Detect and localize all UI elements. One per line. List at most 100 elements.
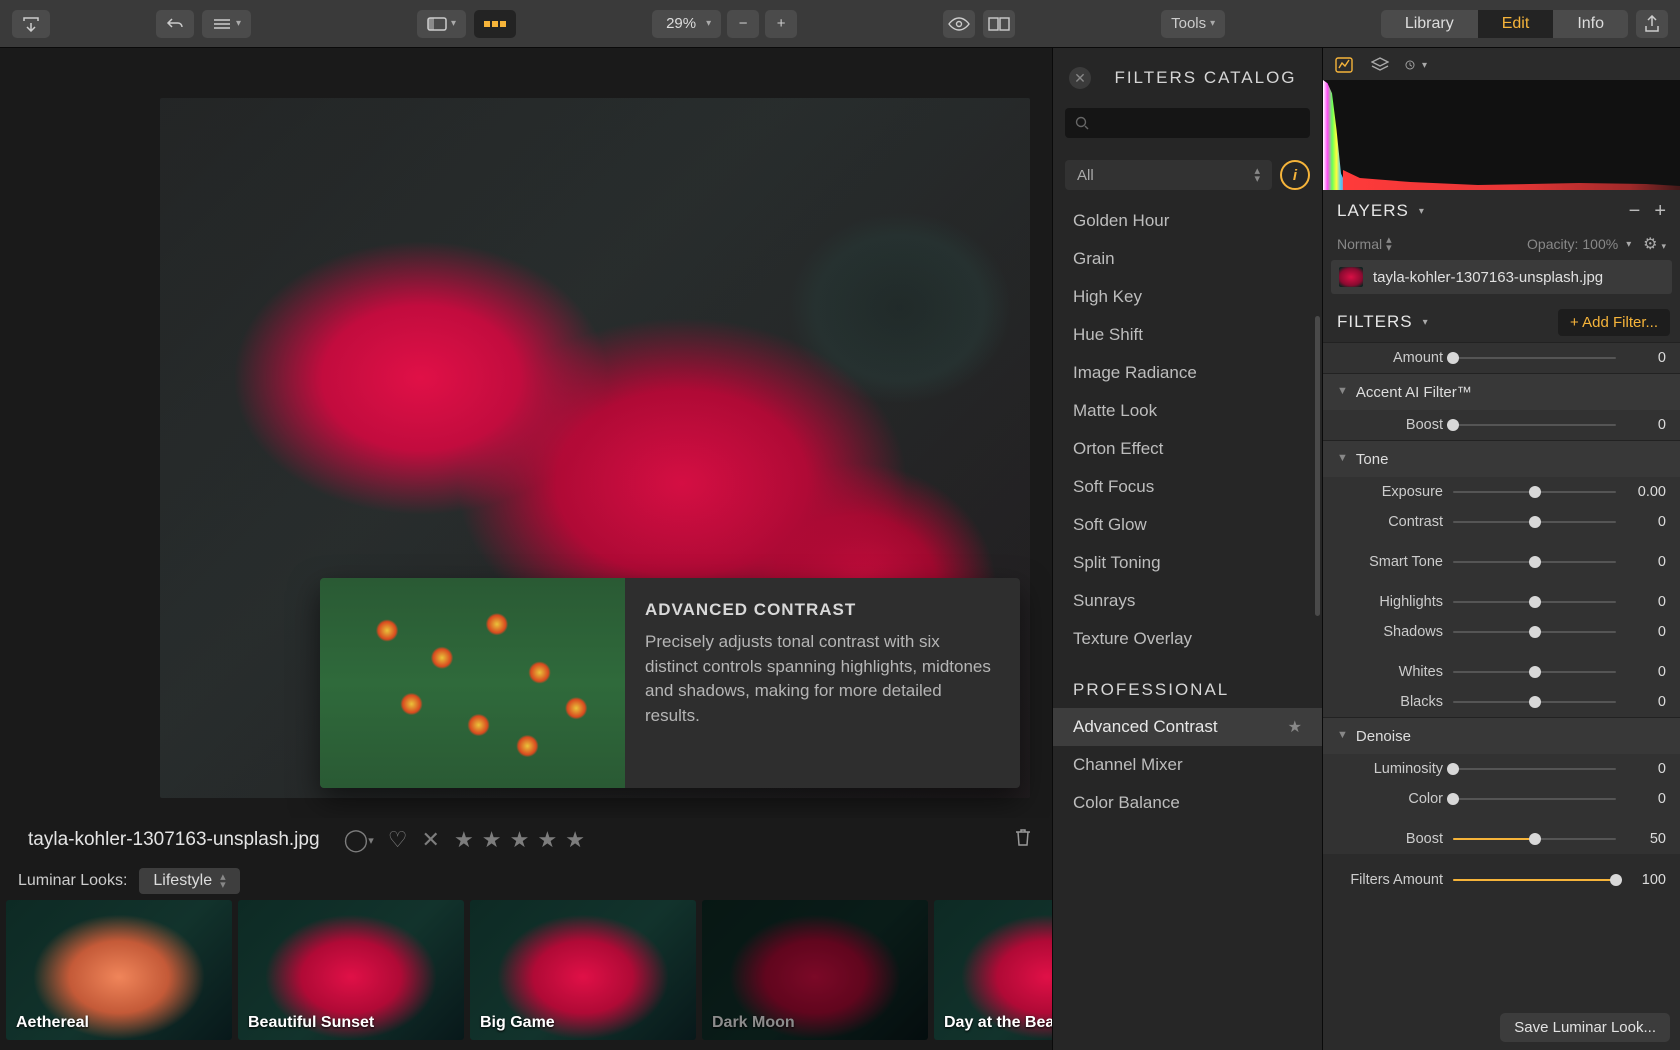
filters-catalog-panel: ✕ FILTERS CATALOG All ▴▾ i Golden HourGr… [1052,48,1322,1050]
add-layer-button[interactable]: + [1654,200,1666,223]
catalog-item[interactable]: Orton Effect [1053,430,1322,468]
catalog-filter-dropdown[interactable]: All ▴▾ [1065,160,1272,190]
catalog-info-button[interactable]: i [1280,160,1310,190]
histogram [1323,80,1680,190]
slider-whites[interactable]: Whites0 [1323,657,1680,687]
look-item[interactable]: Big Game [470,900,696,1040]
catalog-item[interactable]: Color Balance [1053,784,1322,822]
catalog-item[interactable]: Grain [1053,240,1322,278]
look-item[interactable]: Aethereal [6,900,232,1040]
slider-blacks[interactable]: Blacks0 [1323,687,1680,717]
tab-info[interactable]: Info [1553,10,1628,38]
looks-strip[interactable]: Aethereal Beautiful Sunset Big Game Dark… [0,900,1052,1050]
tab-library[interactable]: Library [1381,10,1478,38]
canvas-area[interactable]: ADVANCED CONTRAST Precisely adjusts tona… [0,48,1052,818]
catalog-item[interactable]: High Key [1053,278,1322,316]
catalog-item[interactable]: Split Toning [1053,544,1322,582]
file-info-bar: tayla-kohler-1307163-unsplash.jpg ◯▾ ♡ ✕… [0,818,1052,862]
filename-label: tayla-kohler-1307163-unsplash.jpg [28,829,320,851]
catalog-item[interactable]: Sunrays [1053,582,1322,620]
filter-tooltip-thumb [320,578,625,788]
layers-tab-icon[interactable] [1369,54,1391,76]
filter-group-header[interactable]: ▼Accent AI Filter™ [1323,374,1680,410]
undo-button[interactable] [156,10,194,38]
slider-boost[interactable]: Boost0 [1323,410,1680,440]
delete-button[interactable] [1014,827,1032,853]
slider-color[interactable]: Color0 [1323,784,1680,814]
slider-smart-tone[interactable]: Smart Tone0 [1323,547,1680,577]
zoom-in-button[interactable]: + [765,10,797,38]
catalog-item[interactable]: Soft Focus [1053,468,1322,506]
look-item[interactable]: Beautiful Sunset [238,900,464,1040]
catalog-list[interactable]: Golden HourGrainHigh KeyHue ShiftImage R… [1053,196,1322,1050]
blend-mode-dropdown[interactable]: Normal ▴▾ [1337,236,1392,252]
share-button[interactable] [1636,10,1668,38]
histogram-tab-icon[interactable] [1333,54,1355,76]
slider-amount[interactable]: Amount0 [1323,343,1680,373]
rating-stars[interactable]: ★ ★ ★ ★ ★ [454,827,586,853]
history-tab-icon[interactable]: ▾ [1405,54,1427,76]
catalog-item[interactable]: Golden Hour [1053,202,1322,240]
look-item[interactable]: Day at the Beach [934,900,1052,1040]
catalog-item[interactable]: Hue Shift [1053,316,1322,354]
catalog-item[interactable]: Soft Glow [1053,506,1322,544]
catalog-item[interactable]: Advanced Contrast★ [1053,708,1322,746]
add-filter-button[interactable]: + Add Filter... [1558,309,1670,336]
layer-settings-button[interactable]: ⚙▾ [1643,234,1666,254]
filter-group-header[interactable]: ▼Denoise [1323,718,1680,754]
right-panel-tabs: ▾ [1323,48,1680,78]
slider-shadows[interactable]: Shadows0 [1323,617,1680,647]
compare-button[interactable] [983,10,1015,38]
filter-group-header[interactable]: ▼Tone [1323,441,1680,477]
filter-tooltip-title: ADVANCED CONTRAST [645,600,994,620]
catalog-item[interactable]: Matte Look [1053,392,1322,430]
catalog-title: FILTERS CATALOG [1105,68,1306,88]
layer-name: tayla-kohler-1307163-unsplash.jpg [1373,269,1603,286]
zoom-dropdown[interactable]: 29%▾ [652,10,721,38]
opacity-label: Opacity: [1527,236,1578,252]
top-toolbar: ▾ ▾ 29%▾ − + Tools▾ Library Edit Info [0,0,1680,48]
catalog-item[interactable]: Channel Mixer [1053,746,1322,784]
export-button[interactable] [12,10,50,38]
sidebar-toggle-button[interactable]: ▾ [417,10,466,38]
filter-tooltip: ADVANCED CONTRAST Precisely adjusts tona… [320,578,1020,788]
save-look-button[interactable]: Save Luminar Look... [1500,1013,1670,1042]
layers-collapse-button[interactable]: − [1629,200,1641,223]
history-button[interactable]: ▾ [202,10,251,38]
slider-luminosity[interactable]: Luminosity0 [1323,754,1680,784]
tools-dropdown[interactable]: Tools▾ [1161,10,1225,38]
filmstrip-toggle-button[interactable] [474,10,516,38]
look-item[interactable]: Dark Moon [702,900,928,1040]
catalog-group-header: PROFESSIONAL [1053,658,1322,708]
looks-bar: Luminar Looks: Lifestyle ▴▾ [0,862,1052,900]
catalog-search-input[interactable] [1065,108,1310,138]
mode-tabs: Library Edit Info [1381,10,1628,38]
zoom-out-button[interactable]: − [727,10,759,38]
catalog-item[interactable]: Image Radiance [1053,354,1322,392]
opacity-value[interactable]: 100% [1582,236,1618,252]
looks-label: Luminar Looks: [18,872,127,890]
favorite-button[interactable]: ♡ [388,827,408,853]
catalog-item[interactable]: Texture Overlay [1053,620,1322,658]
preview-toggle-button[interactable] [943,10,975,38]
layers-section-header[interactable]: LAYERS ▾ − + [1323,190,1680,232]
filter-tooltip-desc: Precisely adjusts tonal contrast with si… [645,630,994,729]
tab-edit[interactable]: Edit [1478,10,1554,38]
favorite-star-icon[interactable]: ★ [1288,717,1302,737]
scrollbar[interactable] [1315,316,1320,616]
layer-thumbnail [1339,267,1363,287]
color-tag-button[interactable]: ◯▾ [344,827,374,853]
layer-row[interactable]: tayla-kohler-1307163-unsplash.jpg [1331,260,1672,294]
slider-filters-amount[interactable]: Filters Amount100 [1323,854,1680,898]
catalog-close-button[interactable]: ✕ [1069,67,1091,89]
slider-boost[interactable]: Boost50 [1323,824,1680,854]
slider-exposure[interactable]: Exposure0.00 [1323,477,1680,507]
right-panel: ▾ LAYERS ▾ − + Normal ▴▾ Opacity: 100%▾ … [1322,48,1680,1050]
slider-highlights[interactable]: Highlights0 [1323,587,1680,617]
layer-controls: Normal ▴▾ Opacity: 100%▾ ⚙▾ [1323,232,1680,260]
reject-button[interactable]: ✕ [422,827,440,853]
filters-scroll[interactable]: Amount0▼Accent AI Filter™Boost0▼ToneExpo… [1323,342,1680,1013]
looks-category-dropdown[interactable]: Lifestyle ▴▾ [139,868,239,894]
slider-contrast[interactable]: Contrast0 [1323,507,1680,537]
filters-section-header: FILTERS ▾ + Add Filter... [1323,302,1680,342]
